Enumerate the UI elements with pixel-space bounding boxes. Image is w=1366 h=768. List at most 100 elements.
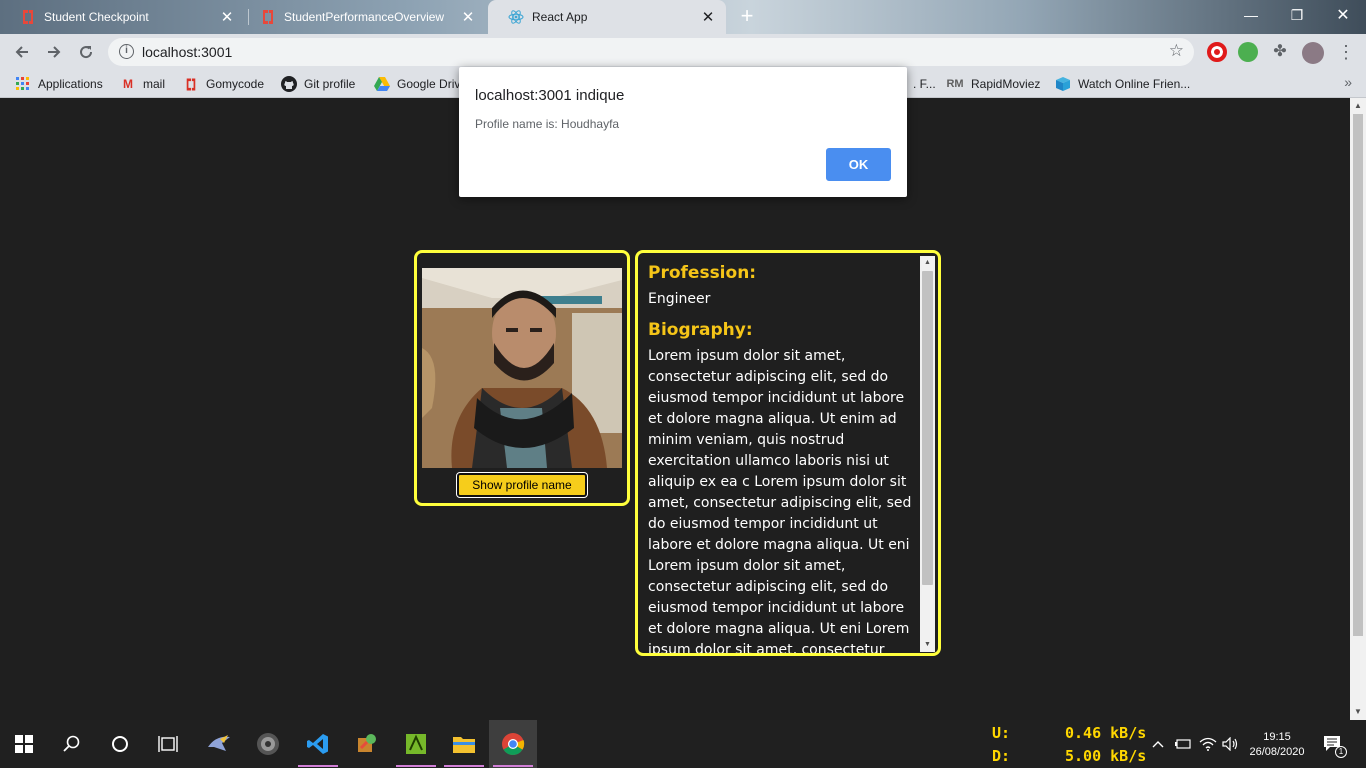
more-bookmarks-icon[interactable]: »	[1344, 74, 1352, 90]
page-scrollbar[interactable]: ▲ ▼	[1350, 98, 1366, 720]
scroll-down-arrow-icon[interactable]: ▼	[920, 638, 935, 652]
minimize-button[interactable]: —	[1228, 0, 1274, 30]
restore-button[interactable]: ❐	[1274, 0, 1320, 30]
task-view-button[interactable]	[144, 720, 192, 768]
volume-tray-icon[interactable]	[1222, 720, 1240, 768]
profile-photo-card: Show profile name	[414, 250, 630, 506]
net-upload-value: 0.46 kB/s	[1065, 724, 1147, 742]
forward-button[interactable]	[42, 40, 66, 64]
wifi-icon	[1199, 737, 1217, 751]
bookmark-gomycode[interactable]: Gomycode	[183, 70, 264, 98]
folder-icon	[453, 737, 475, 753]
bookmark-star-icon[interactable]: ☆	[1169, 41, 1184, 61]
extensions-puzzle-icon[interactable]: ✤	[1270, 42, 1290, 62]
bookmark-rapidmoviez[interactable]: RM RapidMoviez	[946, 70, 1040, 98]
bookmark-label: mail	[143, 77, 166, 91]
bookmark-label: Git profile	[304, 77, 356, 91]
app-falcon-icon[interactable]	[195, 720, 243, 768]
notifications-button[interactable]: 1	[1322, 720, 1347, 768]
scroll-up-arrow-icon[interactable]: ▲	[1350, 98, 1366, 114]
net-upload-label: U:	[992, 724, 1011, 742]
running-indicator	[298, 765, 338, 767]
tab-title: React App	[532, 10, 588, 24]
cortana-circle-icon	[112, 736, 128, 752]
cortana-button[interactable]	[96, 720, 144, 768]
wifi-tray-icon[interactable]	[1199, 720, 1217, 768]
dialog-title: localhost:3001 indique	[475, 87, 625, 104]
bookmark-watch-online[interactable]: Watch Online Frien...	[1055, 70, 1190, 98]
speaker-icon	[1222, 737, 1238, 751]
chrome-taskbar-button[interactable]	[489, 720, 537, 768]
close-tab-icon[interactable]: ✕	[219, 8, 235, 26]
arrow-left-icon	[15, 46, 28, 58]
close-tab-icon[interactable]: ✕	[700, 8, 716, 26]
scrollbar-thumb[interactable]	[1353, 114, 1363, 636]
tab-title: StudentPerformanceOverview	[284, 10, 445, 24]
clock[interactable]: 19:15 26/08/2020	[1246, 730, 1308, 760]
vscode-icon	[307, 734, 328, 754]
biography-text: Lorem ipsum dolor sit amet, consectetur …	[648, 348, 912, 656]
reload-button[interactable]	[74, 40, 98, 64]
bookmark-label: Watch Online Frien...	[1078, 77, 1191, 91]
close-window-button[interactable]: ✕	[1320, 0, 1366, 30]
apps-grid-icon	[15, 76, 31, 92]
net-download-value: 5.00 kB/s	[1065, 747, 1147, 765]
file-explorer-taskbar-button[interactable]	[440, 720, 488, 768]
clock-time: 19:15	[1263, 731, 1291, 743]
browser-toolbar: i localhost:3001 ☆ ✤ ⋮	[0, 34, 1366, 70]
tab-student-checkpoint[interactable]: Student Checkpoint ✕	[0, 0, 245, 34]
new-tab-button[interactable]: +	[735, 5, 759, 29]
show-profile-name-button[interactable]: Show profile name	[456, 472, 588, 498]
app-paint-icon[interactable]	[343, 720, 391, 768]
back-button[interactable]	[10, 40, 34, 64]
bookmark-google-drive[interactable]: Google Driv	[374, 70, 460, 98]
tab-react-app[interactable]: React App ✕	[488, 0, 726, 34]
app-disc-icon[interactable]	[244, 720, 292, 768]
search-icon	[63, 735, 80, 752]
bookmark-applications[interactable]: Applications	[15, 70, 103, 98]
running-indicator	[396, 765, 436, 767]
opera-extension-icon[interactable]	[1207, 42, 1227, 62]
gomycode-icon	[183, 76, 199, 92]
react-icon	[508, 9, 524, 25]
scroll-up-arrow-icon[interactable]: ▲	[920, 256, 935, 270]
bookmark-git-profile[interactable]: Git profile	[281, 70, 355, 98]
profile-details-content: Profession: Engineer Biography: Lorem ip…	[648, 261, 918, 656]
chrome-icon	[502, 733, 525, 755]
globe-extension-icon[interactable]	[1238, 42, 1258, 62]
profile-avatar[interactable]	[1302, 42, 1324, 64]
close-tab-icon[interactable]: ✕	[460, 8, 476, 26]
menu-kebab-icon[interactable]: ⋮	[1334, 40, 1358, 64]
tab-strip: Student Checkpoint ✕ StudentPerformanceO…	[0, 0, 1366, 34]
url-text: localhost:3001	[142, 44, 233, 60]
battery-tray-icon[interactable]	[1174, 720, 1192, 768]
running-indicator	[444, 765, 484, 767]
biography-scrollbar[interactable]: ▲ ▼	[920, 256, 935, 652]
app-tools-taskbar-button[interactable]	[392, 720, 440, 768]
scroll-down-arrow-icon[interactable]: ▼	[1350, 704, 1366, 720]
biography-heading: Biography:	[648, 320, 753, 340]
address-bar[interactable]: i localhost:3001 ☆	[108, 38, 1194, 66]
bookmark-truncated[interactable]: . F...	[913, 70, 936, 98]
scrollbar-thumb[interactable]	[922, 271, 933, 585]
bookmark-label: Applications	[38, 77, 103, 91]
start-button[interactable]	[0, 720, 48, 768]
show-hidden-icons-button[interactable]	[1152, 720, 1164, 768]
info-icon[interactable]: i	[119, 44, 134, 59]
bookmark-mail[interactable]: M mail	[120, 70, 165, 98]
profession-heading: Profession:	[648, 263, 757, 283]
tab-student-performance[interactable]: StudentPerformanceOverview ✕	[240, 0, 486, 34]
github-icon	[281, 76, 297, 92]
profile-details-card: Profession: Engineer Biography: Lorem ip…	[635, 250, 941, 656]
vscode-taskbar-button[interactable]	[294, 720, 342, 768]
profession-value: Engineer	[648, 291, 711, 307]
reload-icon	[80, 46, 93, 59]
bookmark-label: RapidMoviez	[971, 77, 1041, 91]
windows-logo-icon	[15, 735, 33, 753]
bookmark-label: Google Driv	[397, 77, 461, 91]
windows-taskbar: U: 0.46 kB/s D: 5.00 kB/s 19:15 26/08/20…	[0, 720, 1366, 768]
arrow-right-icon	[48, 46, 61, 58]
ok-button[interactable]: OK	[826, 148, 891, 181]
search-button[interactable]	[48, 720, 96, 768]
notification-count-badge: 1	[1335, 746, 1347, 758]
